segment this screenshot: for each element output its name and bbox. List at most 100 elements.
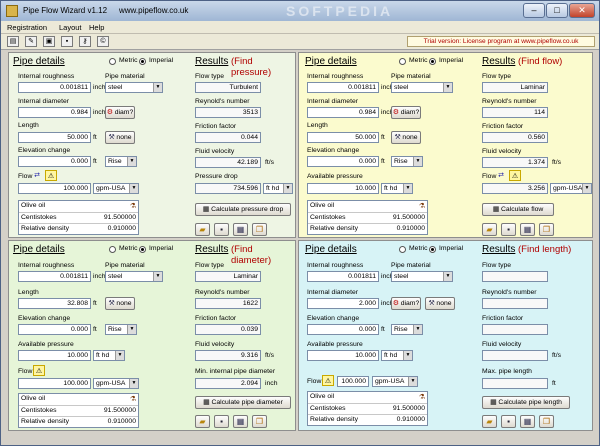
- roughness-input[interactable]: 0.001811: [18, 82, 91, 93]
- flow-unit-select[interactable]: gpm-USA ▼: [550, 183, 592, 194]
- pressure-input[interactable]: 10.000: [307, 350, 379, 361]
- roughness-input[interactable]: 0.001811: [18, 271, 91, 282]
- elevation-input[interactable]: 0.000: [307, 324, 379, 335]
- folder-open-icon[interactable]: ▰: [482, 415, 497, 428]
- pressure-input[interactable]: 10.000: [18, 350, 91, 361]
- save-icon[interactable]: ▪: [501, 223, 516, 236]
- pressure-unit-select[interactable]: ft hd ▼: [381, 183, 413, 194]
- flow-calc-icon[interactable]: ⇄: [495, 170, 507, 181]
- warning-icon[interactable]: ⚠: [45, 170, 57, 181]
- diameter-input[interactable]: 0.984: [307, 107, 379, 118]
- flow-input[interactable]: 100.000: [337, 376, 369, 387]
- metric-radio[interactable]: [109, 58, 116, 65]
- friction-label: Friction factor: [195, 123, 237, 130]
- table-icon[interactable]: ▦: [520, 223, 535, 236]
- fluid-icon[interactable]: ⚗: [416, 392, 428, 403]
- warning-icon[interactable]: ⚠: [322, 375, 334, 386]
- fluid-row[interactable]: Olive oil: [19, 394, 138, 405]
- material-select[interactable]: steel ▼: [105, 271, 163, 282]
- folder-open-icon[interactable]: ▰: [195, 223, 210, 236]
- calculate-pipe-length-button[interactable]: ▦ Calculate pipe length: [482, 396, 570, 409]
- save-icon[interactable]: ▪: [214, 223, 229, 236]
- flow-unit-select[interactable]: gpm-USA ▼: [93, 378, 139, 389]
- close-button[interactable]: ✕: [569, 3, 595, 18]
- table-icon[interactable]: ▦: [233, 415, 248, 428]
- folder-open-icon[interactable]: ▰: [195, 415, 210, 428]
- roughness-input[interactable]: 0.001811: [307, 82, 379, 93]
- lock-icon[interactable]: ⚷: [79, 36, 91, 47]
- pressure-unit-select[interactable]: ft hd ▼: [381, 350, 413, 361]
- save-icon[interactable]: ▪: [214, 415, 229, 428]
- metric-radio[interactable]: [399, 58, 406, 65]
- fluid-icon[interactable]: ⚗: [127, 394, 139, 405]
- menu-help[interactable]: Help: [89, 23, 104, 32]
- title-bar[interactable]: Pipe Flow Wizard v1.12 www.pipeflow.co.u…: [1, 1, 599, 21]
- menu-registration[interactable]: Registration: [7, 23, 47, 32]
- length-input[interactable]: 50.000: [18, 132, 91, 143]
- diameter-input[interactable]: 0.984: [18, 107, 91, 118]
- menu-layout[interactable]: Layout: [59, 23, 82, 32]
- calculate-flow-button[interactable]: ▦ Calculate flow: [482, 203, 554, 216]
- fluid-icon[interactable]: ⚗: [416, 201, 428, 212]
- table-icon[interactable]: ▦: [520, 415, 535, 428]
- elevation-input[interactable]: 0.000: [18, 324, 91, 335]
- copy-icon[interactable]: ❐: [539, 223, 554, 236]
- save-icon[interactable]: ▪: [501, 415, 516, 428]
- material-select[interactable]: steel ▼: [105, 82, 163, 93]
- diameter-help-button[interactable]: ⚙ diam?: [391, 297, 421, 310]
- flow-unit-select[interactable]: gpm-USA ▼: [372, 376, 418, 387]
- save-icon[interactable]: ▪: [61, 36, 73, 47]
- copyright-icon[interactable]: ©: [97, 36, 109, 47]
- flow-unit-select[interactable]: gpm-USA ▼: [93, 183, 139, 194]
- fittings-button[interactable]: ⚒ none: [425, 297, 455, 310]
- warning-icon[interactable]: ⚠: [33, 365, 45, 376]
- maximize-button[interactable]: □: [546, 3, 568, 18]
- rise-select[interactable]: Rise ▼: [105, 324, 137, 335]
- imperial-radio[interactable]: [139, 58, 146, 65]
- flow-calc-icon[interactable]: ⇄: [31, 170, 43, 181]
- fittings-button[interactable]: ⚒ none: [391, 131, 421, 144]
- copy-icon[interactable]: ❐: [252, 415, 267, 428]
- fittings-button[interactable]: ⚒ none: [105, 131, 135, 144]
- metric-radio[interactable]: [109, 246, 116, 253]
- printer-icon[interactable]: ▤: [7, 36, 19, 47]
- elevation-input[interactable]: 0.000: [18, 156, 91, 167]
- pressure-input[interactable]: 10.000: [307, 183, 379, 194]
- copy-icon[interactable]: ❐: [539, 415, 554, 428]
- pressure-unit-select[interactable]: ft hd ▼: [263, 183, 293, 194]
- fittings-button[interactable]: ⚒ none: [105, 297, 135, 310]
- fluid-row[interactable]: Olive oil: [308, 201, 427, 212]
- copy-icon[interactable]: ❐: [252, 223, 267, 236]
- warning-icon[interactable]: ⚠: [509, 170, 521, 181]
- roughness-input[interactable]: 0.001811: [307, 271, 379, 282]
- pressure-unit-select[interactable]: ft hd ▼: [93, 350, 125, 361]
- calculate-pressure-drop-button[interactable]: ▦ Calculate pressure drop: [195, 203, 291, 216]
- table-icon[interactable]: ▦: [233, 223, 248, 236]
- material-select[interactable]: steel ▼: [391, 271, 453, 282]
- fluid-row[interactable]: Olive oil: [19, 201, 138, 212]
- picture-icon[interactable]: ▣: [43, 36, 55, 47]
- imperial-radio[interactable]: [139, 246, 146, 253]
- diameter-help-button[interactable]: ⚙ diam?: [105, 106, 135, 119]
- imperial-radio[interactable]: [429, 58, 436, 65]
- fluid-row[interactable]: Olive oil: [308, 392, 427, 403]
- metric-radio[interactable]: [399, 246, 406, 253]
- rise-select[interactable]: Rise ▼: [391, 156, 423, 167]
- rise-select[interactable]: Rise ▼: [105, 156, 137, 167]
- flow-input[interactable]: 100.000: [18, 378, 91, 389]
- length-input[interactable]: 50.000: [307, 132, 379, 143]
- material-select[interactable]: steel ▼: [391, 82, 453, 93]
- imperial-radio[interactable]: [429, 246, 436, 253]
- fluid-icon[interactable]: ⚗: [127, 201, 139, 212]
- minimize-button[interactable]: –: [523, 3, 545, 18]
- diameter-help-button[interactable]: ⚙ diam?: [391, 106, 421, 119]
- trial-notice[interactable]: Trial version: License program at www.pi…: [407, 36, 595, 47]
- rise-select[interactable]: Rise ▼: [391, 324, 423, 335]
- tools-icon[interactable]: ✎: [25, 36, 37, 47]
- length-input[interactable]: 32.808: [18, 298, 91, 309]
- calculate-pipe-diameter-button[interactable]: ▦ Calculate pipe diameter: [195, 396, 291, 409]
- flow-input[interactable]: 100.000: [18, 183, 91, 194]
- diameter-input[interactable]: 2.000: [307, 298, 379, 309]
- elevation-input[interactable]: 0.000: [307, 156, 379, 167]
- folder-open-icon[interactable]: ▰: [482, 223, 497, 236]
